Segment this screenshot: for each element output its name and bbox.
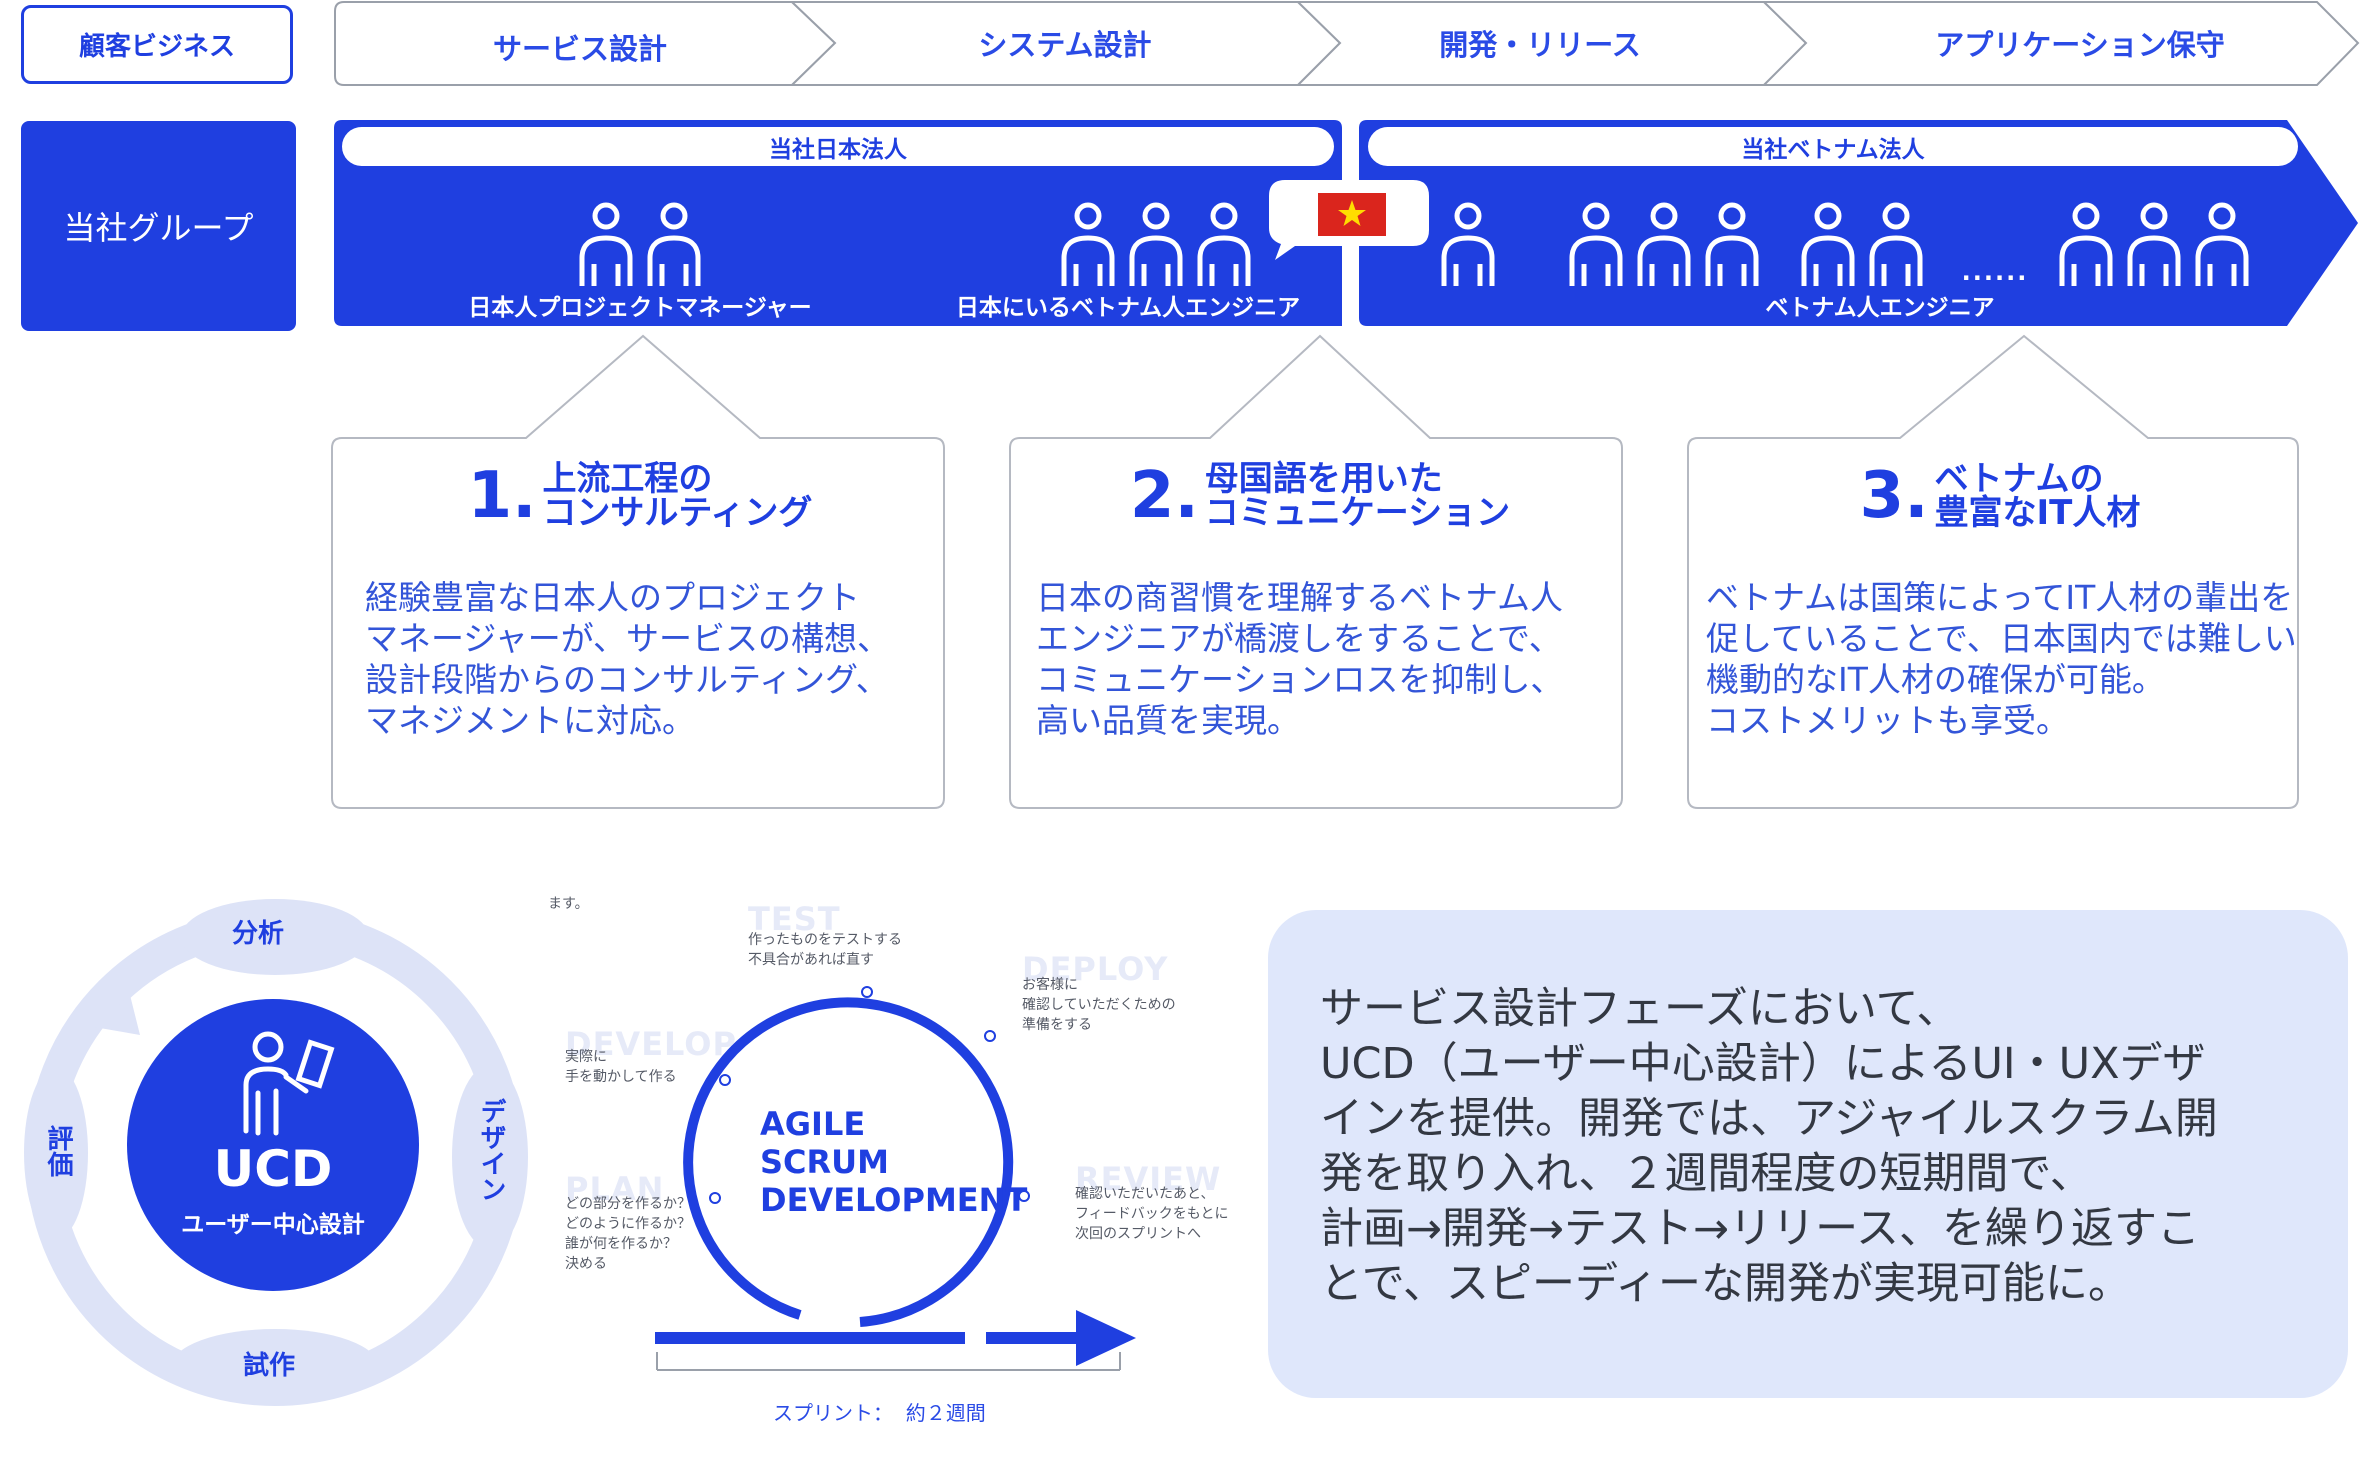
jp-vn-engineers-icon	[1064, 205, 1248, 286]
phase-deploy-desc: お客様に 確認していただくための 準備をする	[1022, 977, 1176, 1033]
text-fragment: ます。	[548, 896, 589, 912]
summary-line-2: UCD（ユーザー中心設計）によるUI・UXデザ	[1320, 1039, 2206, 1089]
feature-2-number: 2.	[1129, 459, 1199, 533]
company-group-box: 当社グループ	[21, 121, 296, 331]
ucd-cycle-design: デザイン	[476, 1098, 506, 1202]
japan-entity-label: 当社日本法人	[769, 136, 907, 163]
feature-1-title: 1. 上流工程の コンサルティング	[340, 462, 940, 530]
feature-3-body: ベトナムは国策によってIT人材の輩出を 促していることで、日本国内では難しい 機…	[1706, 578, 2297, 740]
feature-1-heading: 上流工程の コンサルティング	[542, 462, 812, 530]
phase-review-desc: 確認いただいたあと、 フィードバックをもとに 次回のスプリントへ	[1075, 1186, 1229, 1242]
vn-engineers-icon	[1444, 205, 2246, 286]
japan-entity-pill: 当社日本法人	[342, 127, 1334, 166]
summary-box: サービス設計フェーズにおいて、 UCD（ユーザー中心設計）によるUI・UXデザ …	[1268, 910, 2348, 1398]
feature-2-heading: 母国語を用いた コミュニケーション	[1205, 462, 1510, 530]
feature-3-heading: ベトナムの 豊富なIT人材	[1935, 462, 2141, 530]
vietnam-entity-label: 当社ベトナム法人	[1741, 136, 1925, 163]
summary-line-6: とで、スピーディーな開発が実現可能に。	[1320, 1259, 2131, 1309]
summary-line-4: 発を取り入れ、２週間程度の短期間で、	[1320, 1149, 2093, 1199]
summary-line-5: 計画→開発→テスト→リリース、を繰り返すこ	[1320, 1204, 2200, 1254]
phase-plan-desc: どの部分を作るか？ どのように作るか？ 誰が何を作るか？ 決める	[565, 1196, 691, 1272]
pm-caption: 日本人プロジェクトマネージャー	[468, 295, 812, 321]
customer-business-label: 顧客ビジネス	[78, 32, 235, 62]
feature-1-body: 経験豊富な日本人のプロジェクト マネージャーが、サービスの構想、 設計段階からの…	[365, 578, 891, 740]
ucd-cycle-prototype: 試作	[243, 1351, 296, 1381]
vietnam-entity-pill: 当社ベトナム法人	[1368, 127, 2298, 166]
customer-business-box: 顧客ビジネス	[21, 5, 293, 84]
more-dots: ......	[1961, 258, 2029, 286]
ucd-cycle-analysis: 分析	[232, 919, 285, 949]
phase-test-desc: 作ったものをテストする 不具合があれば直す	[748, 932, 902, 968]
pm-group-icon	[582, 205, 698, 286]
people-icons	[332, 200, 2360, 290]
summary-text: サービス設計フェーズにおいて、 UCD（ユーザー中心設計）によるUI・UXデザ …	[1320, 982, 2308, 1312]
jp-vn-engineer-caption: 日本にいるベトナム人エンジニア	[955, 295, 1301, 321]
vn-engineer-caption: ベトナム人エンジニア	[1765, 295, 1995, 321]
feature-2-title: 2. 母国語を用いた コミュニケーション	[1020, 462, 1620, 530]
feature-2-body: 日本の商習慣を理解するベトナム人 エンジニアが橋渡しをすることで、 コミュニケー…	[1036, 578, 1564, 740]
ucd-subtitle: ユーザー中心設計	[181, 1212, 365, 1238]
company-group-label: 当社グループ	[63, 209, 254, 247]
ucd-title: UCD	[213, 1140, 333, 1198]
summary-line-1: サービス設計フェーズにおいて、	[1320, 984, 1960, 1034]
feature-1-number: 1.	[467, 459, 537, 533]
step-service-design: サービス設計	[492, 32, 667, 66]
step-app-maintenance: アプリケーション保守	[1935, 28, 2225, 62]
summary-line-3: インを提供。開発では、アジャイルスクラム開	[1320, 1094, 2218, 1144]
sprint-duration: スプリント： 約２週間	[773, 1401, 986, 1425]
agile-center-title: AGILE SCRUM DEVELOPMENT	[760, 1105, 1027, 1219]
step-system-design: システム設計	[978, 28, 1152, 62]
feature-3-title-line2: 豊富なIT人材	[1934, 493, 2141, 533]
feature-1-title-line2: コンサルティング	[542, 493, 813, 533]
ucd-cycle-evaluation: 評価	[43, 1125, 73, 1177]
feature-2-title-line2: コミュニケーション	[1204, 493, 1511, 533]
agile-title-line3: DEVELOPMENT	[760, 1181, 1028, 1219]
feature-3-number: 3.	[1859, 459, 1929, 533]
feature-3-title: 3. ベトナムの 豊富なIT人材	[1700, 462, 2300, 530]
step-dev-release: 開発・リリース	[1439, 28, 1641, 62]
phase-develop-desc: 実際に 手を動かして作る	[565, 1049, 677, 1085]
agile-title-line2: SCRUM	[760, 1143, 889, 1181]
agile-title-line1: AGILE	[760, 1105, 866, 1143]
